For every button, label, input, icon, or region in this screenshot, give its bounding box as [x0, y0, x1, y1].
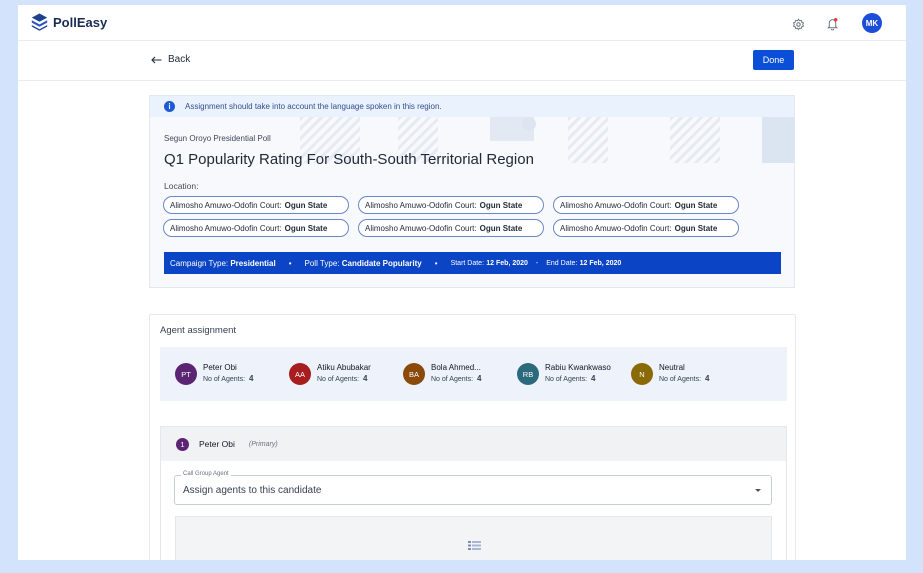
- candidate-avatar: BA: [403, 363, 425, 385]
- agent-count: 4: [477, 374, 482, 383]
- location-chip[interactable]: Alimosho Amuwo-Odofin Court: Ogun State: [163, 219, 349, 237]
- location-chip[interactable]: Alimosho Amuwo-Odofin Court: Ogun State: [163, 196, 349, 214]
- candidate-name: Rabiu Kwankwaso: [545, 363, 611, 372]
- agent-count-label: No of Agents:: [545, 376, 588, 383]
- settings-button[interactable]: [787, 13, 809, 35]
- logo[interactable]: PollEasy: [31, 13, 107, 31]
- bell-icon: [826, 17, 838, 31]
- primary-tag: (Primary): [248, 440, 278, 448]
- poll-title: Q1 Popularity Rating For South-South Ter…: [164, 151, 534, 168]
- agent-count: 4: [705, 374, 710, 383]
- agent-count-label: No of Agents:: [431, 376, 474, 383]
- app-name: PollEasy: [53, 14, 108, 30]
- start-date-label: Start Date:: [450, 259, 485, 267]
- agent-count-label: No of Agents:: [203, 376, 246, 383]
- candidate-panel-header[interactable]: 1 Peter Obi (Primary): [161, 427, 786, 461]
- campaign-type-label: Campaign Type:: [170, 258, 229, 268]
- candidate-number-badge: 1: [176, 437, 189, 451]
- candidate-name: Peter Obi: [203, 363, 237, 372]
- candidate-avatar: PT: [175, 363, 197, 385]
- candidate-panel-name: Peter Obi: [199, 439, 235, 449]
- poll-meta-bar: Campaign Type: Presidential • Poll Type:…: [164, 252, 781, 274]
- candidate-item[interactable]: PT Peter Obi No of Agents: 4: [175, 363, 253, 385]
- agent-count: 4: [363, 374, 368, 383]
- agents-list-area: [175, 516, 772, 560]
- dropdown-arrow-icon: [755, 489, 761, 492]
- info-message: Assignment should take into account the …: [185, 102, 442, 111]
- back-label: Back: [168, 54, 191, 65]
- decorative-block: [762, 117, 794, 163]
- agent-count: 4: [591, 374, 596, 383]
- agent-count-label: No of Agents:: [317, 376, 360, 383]
- candidate-item[interactable]: N Neutral No of Agents: 4: [631, 363, 709, 385]
- end-date-label: End Date:: [546, 259, 578, 267]
- back-link[interactable]: Back: [151, 54, 190, 65]
- campaign-name: Segun Oroyo Presidential Poll: [164, 134, 271, 143]
- agent-count-label: No of Agents:: [659, 376, 702, 383]
- app-window: PollEasy MK Back Done i Assignment shoul…: [18, 5, 906, 560]
- location-chip[interactable]: Alimosho Amuwo-Odofin Court: Ogun State: [553, 196, 739, 214]
- location-chip[interactable]: Alimosho Amuwo-Odofin Court: Ogun State: [553, 219, 739, 237]
- candidate-avatar: RB: [517, 363, 539, 385]
- agent-assignment-title: Agent assignment: [160, 325, 237, 336]
- gear-icon: [792, 18, 804, 30]
- info-banner: i Assignment should take into account th…: [150, 96, 794, 117]
- campaign-type-value: Presidential: [230, 258, 276, 268]
- select-legend: Call Group Agent: [181, 471, 231, 477]
- agent-assignment-card: Agent assignment PT Peter Obi No of Agen…: [149, 314, 796, 560]
- notifications-button[interactable]: [821, 13, 843, 35]
- candidates-summary: PT Peter Obi No of Agents: 4 AA Atiku Abu…: [160, 347, 787, 401]
- agent-count: 4: [249, 374, 254, 383]
- poll-type-value: Candidate Popularity: [341, 258, 422, 268]
- candidate-item[interactable]: RB Rabiu Kwankwaso No of Agents: 4: [517, 363, 611, 385]
- location-chips: Alimosho Amuwo-Odofin Court: Ogun State A…: [163, 196, 783, 237]
- end-date-value: 12 Feb, 2020: [579, 259, 622, 267]
- done-button[interactable]: Done: [753, 50, 794, 70]
- date-separator: -: [535, 259, 539, 267]
- location-label: Location:: [164, 181, 199, 191]
- candidate-avatar: N: [631, 363, 653, 385]
- candidate-name: Atiku Abubakar: [317, 363, 371, 372]
- location-chip[interactable]: Alimosho Amuwo-Odofin Court: Ogun State: [358, 196, 544, 214]
- decorative-pattern: [568, 117, 608, 163]
- start-date-value: 12 Feb, 2020: [486, 259, 528, 267]
- call-group-agent-select[interactable]: Call Group Agent Assign agents to this c…: [174, 471, 772, 505]
- poll-type-label: Poll Type:: [304, 258, 340, 268]
- user-avatar[interactable]: MK: [862, 13, 882, 33]
- candidate-item[interactable]: BA Bola Ahmed... No of Agents: 4: [403, 363, 481, 385]
- decorative-pattern: [670, 117, 720, 163]
- poll-summary-card: i Assignment should take into account th…: [149, 95, 795, 288]
- arrow-left-icon: [151, 56, 162, 63]
- info-icon: i: [164, 101, 175, 112]
- candidate-avatar: AA: [289, 363, 311, 385]
- location-chip[interactable]: Alimosho Amuwo-Odofin Court: Ogun State: [358, 219, 544, 237]
- list-icon: [468, 541, 481, 550]
- select-value: Assign agents to this candidate: [183, 485, 322, 496]
- decorative-block: [522, 117, 536, 131]
- sub-header: Back Done: [18, 41, 906, 81]
- candidate-name: Neutral: [659, 363, 685, 372]
- top-bar: PollEasy MK: [18, 5, 906, 41]
- candidate-assignment-panel: 1 Peter Obi (Primary) Call Group Agent A…: [160, 426, 787, 560]
- candidate-item[interactable]: AA Atiku Abubakar No of Agents: 4: [289, 363, 371, 385]
- polleasy-logo-icon: [31, 13, 48, 31]
- candidate-name: Bola Ahmed...: [431, 363, 481, 372]
